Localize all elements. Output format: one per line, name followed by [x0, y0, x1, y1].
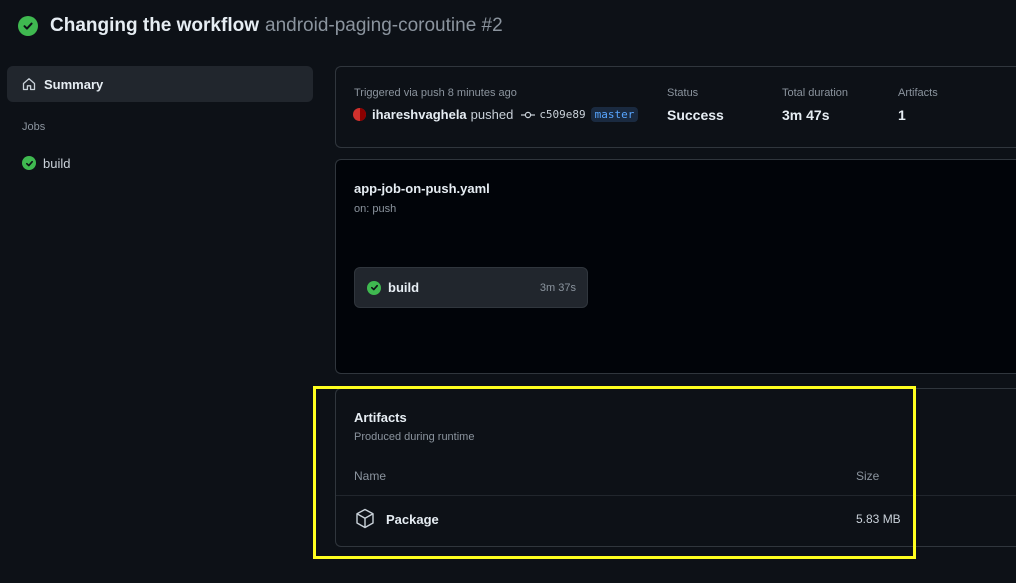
table-divider	[336, 495, 1016, 496]
workflow-trigger: on: push	[354, 203, 397, 215]
duration-value: 3m 47s	[782, 107, 830, 123]
artifact-download-link[interactable]: Package	[386, 512, 439, 527]
status-label: Status	[667, 87, 699, 99]
sidebar-item-build[interactable]: build	[7, 151, 313, 175]
check-circle-icon	[367, 280, 381, 295]
run-subtitle: android-paging-coroutine #2	[265, 15, 503, 36]
artifacts-title: Artifacts	[354, 410, 407, 425]
column-header-size: Size	[856, 469, 880, 483]
page-header: Changing the workflow android-paging-cor…	[18, 12, 503, 40]
actor-link[interactable]: ihareshvaghela	[372, 107, 467, 122]
sidebar-item-label: Summary	[44, 76, 104, 92]
artifacts-count-label: Artifacts	[898, 87, 938, 99]
commit-sha-link[interactable]: c509e89	[539, 108, 585, 121]
actor-row: ihareshvaghela pushed c509e89 master	[353, 107, 639, 122]
package-icon	[356, 508, 374, 529]
sidebar-item-summary[interactable]: Summary	[7, 66, 313, 102]
jobs-heading: Jobs	[22, 121, 46, 133]
job-name: build	[388, 280, 420, 295]
home-icon	[22, 78, 36, 91]
status-value: Success	[667, 107, 724, 123]
avatar[interactable]	[353, 108, 366, 121]
check-circle-icon	[18, 16, 38, 36]
page-title: Changing the workflow	[50, 15, 259, 36]
workflow-file-name: app-job-on-push.yaml	[354, 181, 490, 196]
sidebar-item-label: build	[43, 155, 71, 171]
artifacts-subtitle: Produced during runtime	[354, 431, 475, 443]
artifact-size: 5.83 MB	[856, 512, 901, 526]
trigger-info: Triggered via push 8 minutes ago	[354, 87, 517, 99]
branch-badge[interactable]: master	[590, 107, 639, 122]
artifacts-count-value: 1	[898, 107, 906, 123]
job-node-build[interactable]: build 3m 37s	[354, 267, 588, 308]
column-header-name: Name	[354, 469, 387, 483]
check-circle-icon	[22, 156, 36, 170]
action-text: pushed	[470, 107, 514, 122]
git-commit-icon	[521, 111, 536, 118]
job-duration: 3m 37s	[539, 281, 576, 294]
duration-label: Total duration	[782, 87, 849, 99]
